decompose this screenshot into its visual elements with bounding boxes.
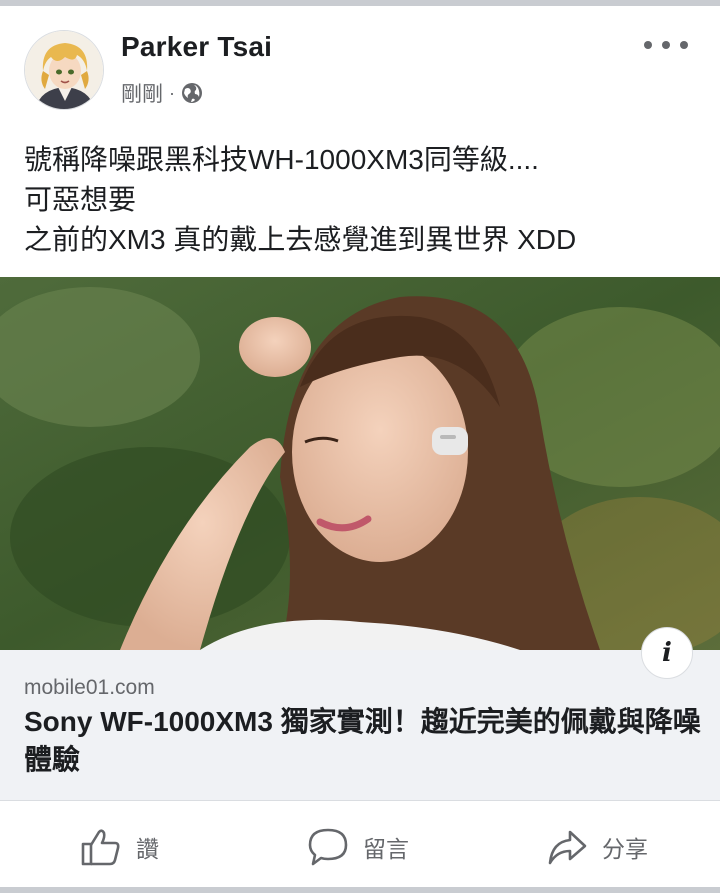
like-button[interactable]: 讚 — [80, 825, 159, 869]
more-options-button[interactable] — [644, 32, 688, 58]
comment-button[interactable]: 留言 — [307, 825, 409, 869]
speech-bubble-icon — [308, 828, 348, 866]
post-text-line: 可惡想要 — [24, 184, 137, 215]
post-text-line: 號稱降噪跟黑科技WH-1000XM3同等級.... — [24, 144, 539, 175]
more-dot-icon — [680, 41, 688, 49]
post-meta: 剛剛 · — [121, 78, 203, 108]
author-name[interactable]: Parker Tsai — [121, 31, 272, 63]
post-timestamp[interactable]: 剛剛 — [121, 78, 163, 108]
avatar[interactable] — [24, 30, 104, 110]
link-title[interactable]: Sony WF-1000XM3 獨家實測！趨近完美的佩戴與降噪體驗 — [24, 703, 704, 779]
share-arrow-icon — [548, 830, 587, 865]
comment-label: 留言 — [363, 836, 409, 862]
post-text-line: 之前的XM3 真的戴上去感覺進到異世界 XDD — [24, 224, 577, 255]
thumbs-up-icon — [81, 829, 120, 866]
link-caption[interactable]: mobile01.com Sony WF-1000XM3 獨家實測！趨近完美的佩… — [0, 650, 720, 800]
post-header: Parker Tsai 剛剛 · — [0, 6, 720, 118]
meta-separator: · — [169, 82, 175, 103]
globe-icon[interactable] — [181, 82, 203, 104]
share-button[interactable]: 分享 — [546, 825, 648, 869]
like-label: 讚 — [136, 836, 159, 862]
share-label: 分享 — [602, 836, 648, 862]
more-dot-icon — [662, 41, 670, 49]
link-domain: mobile01.com — [24, 676, 155, 699]
post-text: 號稱降噪跟黑科技WH-1000XM3同等級.... 可惡想要 之前的XM3 真的… — [24, 140, 694, 260]
info-icon[interactable]: i — [641, 627, 693, 679]
action-bar: 讚 留言 分享 — [0, 800, 720, 887]
link-preview-image[interactable] — [0, 277, 720, 650]
bottom-divider — [0, 887, 720, 893]
more-dot-icon — [644, 41, 652, 49]
